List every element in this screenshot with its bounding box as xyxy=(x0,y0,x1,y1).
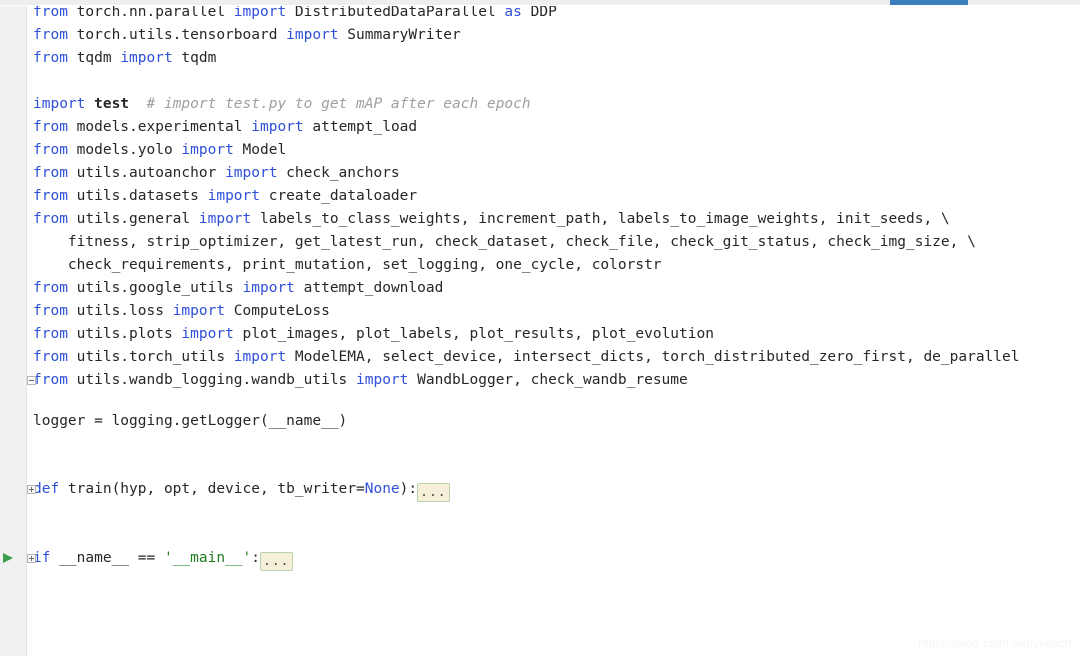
watermark: https://blog.csdn.net/yuejich xyxy=(918,636,1072,650)
run-arrow-icon[interactable] xyxy=(1,551,15,565)
fold-marker-column[interactable] xyxy=(0,0,1080,656)
fold-expand-icon[interactable] xyxy=(27,485,36,494)
fold-expand-icon[interactable] xyxy=(27,554,36,563)
fold-collapse-icon[interactable] xyxy=(27,376,36,385)
scrollbar-thumb[interactable] xyxy=(890,0,968,5)
code-editor: from torch.nn.parallel import Distribute… xyxy=(0,0,1080,656)
horizontal-scrollbar[interactable] xyxy=(0,0,1080,6)
